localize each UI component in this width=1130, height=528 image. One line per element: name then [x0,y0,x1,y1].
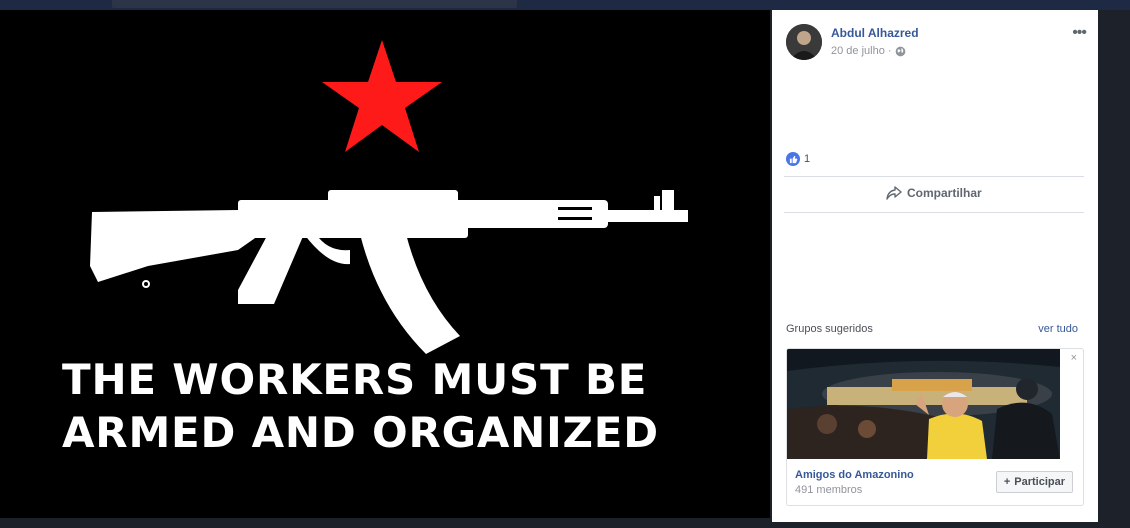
share-label: Compartilhar [907,186,982,200]
globe-icon[interactable] [895,46,906,57]
meta-separator: · [887,45,892,57]
top-nav-bar [0,0,1130,10]
join-label: Participar [1014,476,1065,488]
group-member-count: 491 membros [795,484,863,496]
red-star-icon [322,40,442,152]
join-group-button[interactable]: + Participar [995,471,1073,493]
avatar-photo-icon [786,24,822,60]
share-button[interactable]: Compartilhar [886,186,982,200]
post-date[interactable]: 20 de julho [831,45,885,57]
share-arrow-icon [886,186,902,200]
plus-icon: + [1003,476,1011,488]
like-summary[interactable]: 1 [786,152,810,166]
photo-viewer[interactable]: THE WORKERS MUST BE ARMED AND ORGANIZED [0,10,770,518]
poster-text-line-1: THE WORKERS MUST BE [62,355,648,404]
rifle-silhouette-icon [90,190,688,354]
divider [784,176,1084,177]
suggested-groups-heading: Grupos sugeridos [786,323,873,335]
author-name[interactable]: Abdul Alhazred [831,26,919,40]
arena-photo-icon [787,349,1060,459]
avatar[interactable] [786,24,822,60]
group-name[interactable]: Amigos do Amazonino [795,469,914,481]
like-count: 1 [804,153,811,165]
post-meta: 20 de julho · [831,45,906,57]
close-icon[interactable]: × [1071,352,1077,364]
see-all-link[interactable]: ver tudo [1038,323,1078,335]
group-cover-photo[interactable] [787,349,1060,459]
background-overlay[interactable] [1098,28,1130,528]
search-input[interactable] [112,0,517,8]
more-options-button[interactable]: ••• [1072,24,1087,42]
like-icon [786,152,800,166]
divider [784,212,1084,213]
poster-text-line-2: ARMED AND ORGANIZED [62,408,659,457]
suggested-group-card: × Amigos do Amazonino 491 membros + Part… [786,348,1084,506]
post-sidebar: Abdul Alhazred 20 de julho · ••• 1 Compa… [772,10,1098,522]
